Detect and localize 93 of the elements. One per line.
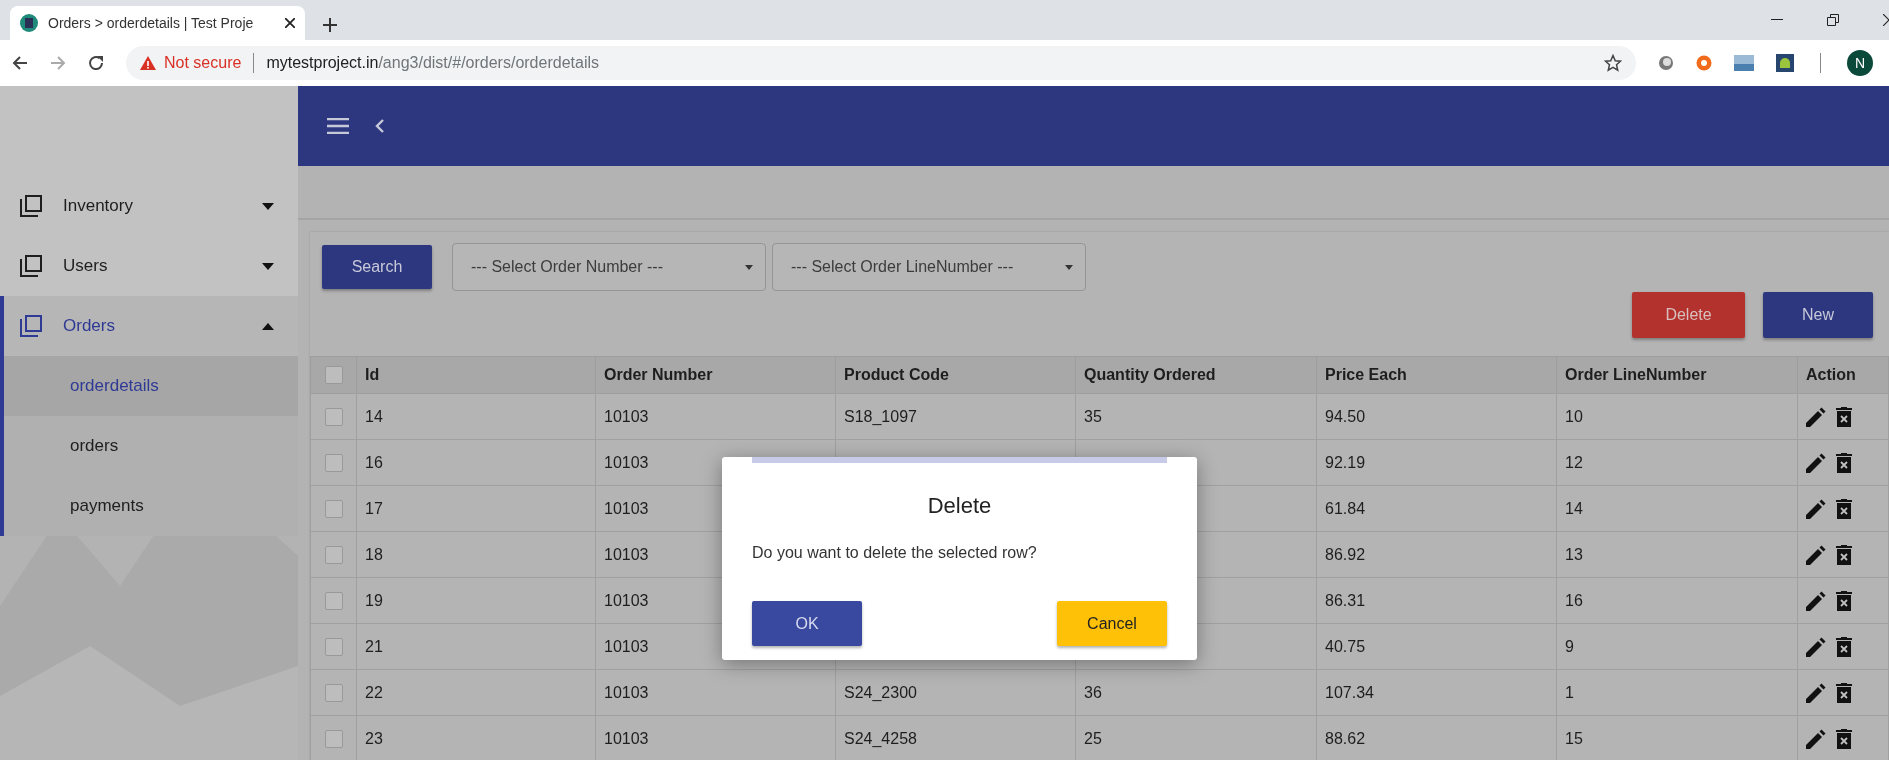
select-all-checkbox[interactable]	[324, 366, 343, 384]
table-cell: 9	[1556, 623, 1798, 670]
column-header: Id	[356, 356, 596, 394]
table-cell: 35	[1075, 393, 1317, 440]
pencil-icon[interactable]	[1806, 406, 1826, 427]
android-icon[interactable]	[1776, 54, 1794, 72]
column-header: Order LineNumber	[1556, 356, 1798, 394]
table-cell: S24_2300	[835, 669, 1076, 716]
table-cell: 86.92	[1316, 531, 1557, 578]
minimize-icon[interactable]	[1771, 19, 1783, 21]
stacked-squares-icon	[19, 314, 43, 338]
trash-icon[interactable]	[1836, 636, 1852, 657]
cancel-button[interactable]: Cancel	[1057, 601, 1167, 646]
pencil-icon[interactable]	[1806, 636, 1826, 657]
pencil-icon[interactable]	[1806, 498, 1826, 519]
table-cell: 94.50	[1316, 393, 1557, 440]
address-field[interactable]: Not secure mytestproject.in/ang3/dist/#/orders/orderdetails	[126, 46, 1636, 80]
table-cell: 61.84	[1316, 485, 1557, 532]
table-cell: 40.75	[1316, 623, 1557, 670]
restore-icon[interactable]	[1827, 14, 1839, 26]
table-cell: 14	[356, 393, 596, 440]
trash-icon[interactable]	[1836, 728, 1852, 749]
trash-icon[interactable]	[1836, 544, 1852, 565]
table-cell: 22	[356, 669, 596, 716]
warning-icon	[140, 56, 156, 70]
table-cell: 12	[1556, 439, 1798, 486]
caret-icon	[745, 264, 753, 270]
sidebar-subitem[interactable]: orderdetails	[4, 356, 298, 416]
column-header: Quantity Ordered	[1075, 356, 1317, 394]
table-cell: 1	[1556, 669, 1798, 716]
pencil-icon[interactable]	[1806, 682, 1826, 703]
new-button[interactable]: New	[1763, 292, 1873, 338]
sidebar-item[interactable]: Inventory	[0, 176, 298, 236]
table-cell: 36	[1075, 669, 1317, 716]
search-button[interactable]: Search	[322, 245, 432, 289]
ok-button[interactable]: OK	[752, 601, 862, 646]
row-checkbox[interactable]	[324, 407, 343, 426]
row-checkbox[interactable]	[324, 591, 343, 610]
stacked-squares-icon	[19, 194, 43, 218]
table-cell: 86.31	[1316, 577, 1557, 624]
trash-icon[interactable]	[1836, 682, 1852, 703]
row-checkbox[interactable]	[324, 637, 343, 656]
favicon-icon	[20, 14, 38, 32]
column-header: Action	[1797, 356, 1889, 394]
table-cell: 21	[356, 623, 596, 670]
table-cell: 10103	[595, 669, 836, 716]
plus-icon[interactable]	[323, 18, 337, 32]
pencil-icon[interactable]	[1806, 590, 1826, 611]
table-cell: 10103	[595, 393, 836, 440]
row-checkbox[interactable]	[324, 499, 343, 518]
table-cell: S18_1097	[835, 393, 1076, 440]
table-cell: 14	[1556, 485, 1798, 532]
stacked-squares-icon	[19, 254, 43, 278]
table-cell: 17	[356, 485, 596, 532]
table-cell: 10	[1556, 393, 1798, 440]
pencil-icon[interactable]	[1806, 728, 1826, 749]
star-icon[interactable]	[1604, 54, 1622, 72]
trash-icon[interactable]	[1836, 406, 1852, 427]
column-header: Order Number	[595, 356, 836, 394]
table-cell: 16	[1556, 577, 1798, 624]
table-cell: 19	[356, 577, 596, 624]
row-checkbox[interactable]	[324, 453, 343, 472]
chevron-left-icon[interactable]	[375, 119, 385, 133]
menu-icon[interactable]	[327, 118, 349, 134]
select-dropdown[interactable]: --- Select Order Number ---	[452, 243, 766, 291]
table-cell: 92.19	[1316, 439, 1557, 486]
table-cell: 13	[1556, 531, 1798, 578]
column-header: Product Code	[835, 356, 1076, 394]
table-cell: 18	[356, 531, 596, 578]
caret-icon	[1065, 264, 1073, 270]
table-cell: 107.34	[1316, 669, 1557, 716]
pencil-icon[interactable]	[1806, 544, 1826, 565]
dialog-title: Delete	[926, 493, 993, 519]
trash-icon[interactable]	[1836, 590, 1852, 611]
select-dropdown[interactable]: --- Select Order LineNumber ---	[772, 243, 1086, 291]
row-checkbox[interactable]	[324, 545, 343, 564]
browser-tab[interactable]: Orders > orderdetails | Test Proje	[10, 6, 305, 40]
table-cell: 16	[356, 439, 596, 486]
sphere-icon[interactable]	[1658, 55, 1674, 71]
row-checkbox[interactable]	[324, 683, 343, 702]
row-checkbox[interactable]	[324, 729, 343, 748]
profile-avatar[interactable]: N	[1847, 50, 1873, 76]
back-icon[interactable]	[12, 55, 28, 71]
trash-icon[interactable]	[1836, 498, 1852, 519]
sidebar-item[interactable]: Orders	[4, 296, 298, 356]
lifebuoy-icon[interactable]	[1696, 55, 1712, 71]
reload-icon[interactable]	[88, 55, 104, 71]
trash-icon[interactable]	[1836, 452, 1852, 473]
sidebar-item[interactable]: Users	[0, 236, 298, 296]
delete-button[interactable]: Delete	[1632, 292, 1745, 338]
column-header: Price Each	[1316, 356, 1557, 394]
pencil-icon[interactable]	[1806, 452, 1826, 473]
close-icon[interactable]	[285, 18, 295, 28]
